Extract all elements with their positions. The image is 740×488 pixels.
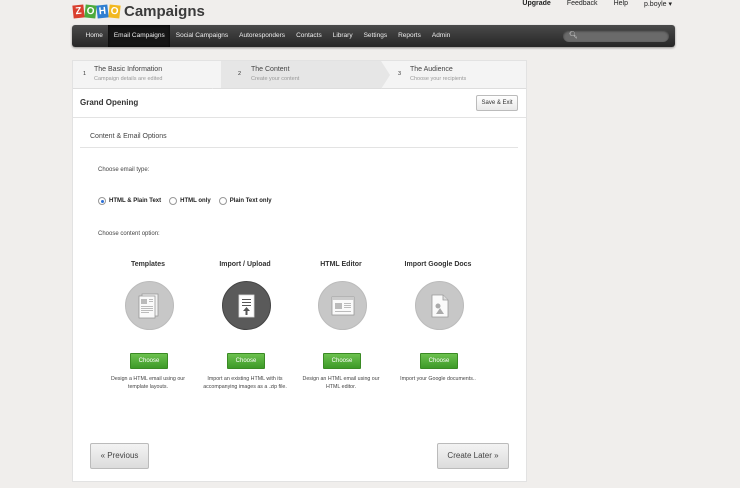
top-links: Upgrade Feedback Help p.boyle ▾ [522, 0, 672, 8]
option-title: Templates [130, 261, 166, 268]
template-icon[interactable] [125, 281, 174, 330]
nav-menu: Home Email Campaigns Social Campaigns Au… [80, 25, 456, 47]
option-import-google-docs: Import Google Docs Choose Import your Go… [392, 261, 484, 401]
radio-plain-text-only[interactable]: Plain Text only [218, 197, 272, 205]
step-number: 1 [83, 71, 87, 77]
zoho-campaigns-logo[interactable]: ZOHO Campaigns [72, 3, 205, 20]
option-description: Import an existing HTML with its accompa… [203, 376, 287, 390]
divider [73, 117, 526, 118]
upgrade-link[interactable]: Upgrade [522, 0, 550, 8]
step-arrow [212, 61, 221, 89]
option-title: Import Google Docs [404, 261, 472, 268]
nav-email-campaigns[interactable]: Email Campaigns [108, 25, 171, 47]
option-title: HTML Editor [320, 261, 362, 268]
nav-home[interactable]: Home [80, 25, 108, 47]
zoho-logo-mark: ZOHO [72, 4, 121, 19]
page-title: Grand Opening [80, 98, 139, 107]
logo-letter: H [96, 4, 109, 19]
step-title: The Content [251, 66, 290, 73]
option-title: Import / Upload [219, 261, 271, 268]
logo-letter: O [84, 4, 97, 19]
nav-reports[interactable]: Reports [393, 25, 427, 47]
radio-label: HTML only [180, 198, 211, 204]
radio-label: Plain Text only [229, 198, 272, 204]
option-description: Design a HTML email using our template l… [111, 376, 185, 390]
wizard-steps: 1 The Basic Information Campaign details… [73, 61, 526, 89]
html-editor-icon[interactable] [318, 281, 367, 330]
option-html-editor: HTML Editor Choose Design an HTML email … [295, 261, 387, 401]
step-audience[interactable]: 3 The Audience Choose your recipients [381, 61, 526, 88]
choose-templates-button[interactable]: Choose [130, 353, 168, 369]
step-subtitle: Create your content [251, 76, 300, 82]
choose-google-docs-button[interactable]: Choose [420, 353, 458, 369]
main-navbar: Home Email Campaigns Social Campaigns Au… [72, 25, 675, 47]
nav-social-campaigns[interactable]: Social Campaigns [170, 25, 233, 47]
brand-name: Campaigns [124, 3, 205, 20]
section-divider [80, 147, 518, 148]
save-exit-button[interactable]: Save & Exit [476, 95, 518, 111]
step-subtitle: Choose your recipients [410, 76, 467, 82]
nav-settings[interactable]: Settings [358, 25, 393, 47]
option-description: Import your Google documents.. [400, 376, 476, 382]
choose-html-editor-button[interactable]: Choose [323, 353, 361, 369]
upload-icon[interactable] [222, 281, 271, 330]
logo-letter: O [108, 4, 121, 19]
template-icon-graphic [138, 293, 159, 319]
logo-letter: Z [72, 4, 85, 19]
option-description: Design an HTML email using our HTML edit… [302, 376, 380, 390]
nav-autoresponders[interactable]: Autoresponders [234, 25, 291, 47]
radio-html-only[interactable]: HTML only [169, 197, 211, 205]
radio-label: HTML & Plain Text [109, 198, 162, 204]
google-docs-icon[interactable] [415, 281, 464, 330]
section-title: Content & Email Options [90, 133, 167, 140]
search-icon: 🔍︎ [569, 32, 578, 39]
step-number: 3 [398, 71, 402, 77]
google-docs-icon-graphic [431, 294, 449, 318]
step-content[interactable]: 2 The Content Create your content [221, 61, 390, 89]
create-later-button[interactable]: Create Later » [437, 443, 509, 469]
content-option-label: Choose content option: [98, 231, 160, 237]
upload-icon-graphic [238, 294, 255, 318]
option-templates: Templates Choose Design a HTML email usi… [102, 261, 194, 401]
email-type-radio-group: HTML & Plain Text HTML only Plain Text o… [98, 197, 280, 205]
step-basic-information[interactable]: 1 The Basic Information Campaign details… [73, 61, 221, 89]
nav-library[interactable]: Library [327, 25, 358, 47]
search-input[interactable]: 🔍︎ [563, 30, 669, 42]
radio-html-plain-text[interactable]: HTML & Plain Text [98, 197, 161, 205]
email-type-label: Choose email type: [98, 167, 150, 173]
radio-button[interactable] [169, 197, 178, 205]
step-number: 2 [238, 71, 242, 77]
campaign-wizard-panel: 1 The Basic Information Campaign details… [72, 60, 527, 482]
user-menu[interactable]: p.boyle ▾ [644, 0, 672, 8]
nav-admin[interactable]: Admin [426, 25, 455, 47]
radio-button-selected[interactable] [98, 197, 106, 205]
help-link[interactable]: Help [614, 0, 628, 8]
step-title: The Basic Information [94, 66, 163, 73]
option-import-upload: Import / Upload Choose Import an existin… [199, 261, 291, 401]
radio-button[interactable] [218, 197, 227, 205]
nav-contacts[interactable]: Contacts [291, 25, 328, 47]
html-editor-icon-graphic [331, 296, 355, 316]
step-subtitle: Campaign details are edited [94, 76, 163, 82]
previous-button[interactable]: « Previous [90, 443, 149, 469]
feedback-link[interactable]: Feedback [567, 0, 598, 8]
step-title: The Audience [410, 66, 453, 73]
choose-import-upload-button[interactable]: Choose [227, 353, 265, 369]
